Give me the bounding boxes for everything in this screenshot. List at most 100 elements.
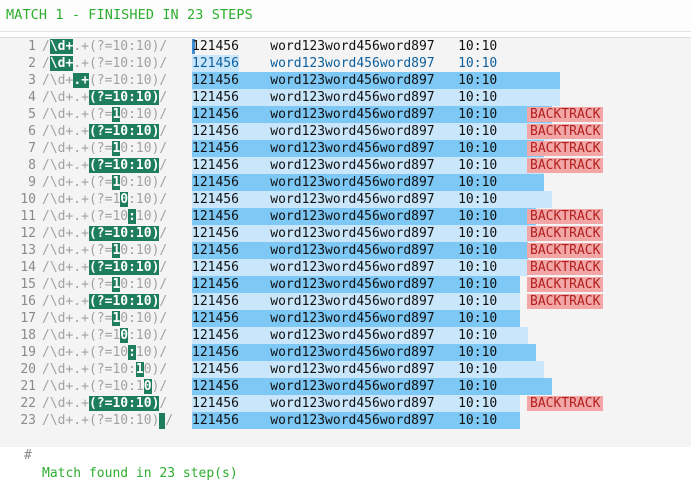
line-number: 3 [28,73,36,88]
pattern-suffix: 0:10)/ [120,175,168,190]
line-number: 15 [20,277,36,292]
pattern-prefix: /\d+.+(?= [42,243,113,258]
active-token: (?=10:10) [88,294,160,309]
regex-pattern: /\d+.+(?=10:10)/ [42,276,167,293]
debugger-panel: 1/\d+.+(?=10:10)/121456 word123word456wo… [0,37,691,481]
subject-string: 121456 word123word456word897 10:10 [192,310,521,327]
subject-string: 121456 word123word456word897 10:10 [192,208,537,225]
line-number: 2 [28,56,36,71]
pattern-prefix: /\d+.+(?=1 [42,192,121,207]
subject-text: 121456 word123word456word897 10:10 [192,260,498,275]
pattern-suffix: )/ [151,379,168,394]
subject-text: 121456 word123word456word897 10:10 [192,39,498,54]
regex-pattern: /\d+.+(?=10:10)/ [42,378,167,395]
pattern-suffix: 0:10)/ [120,141,168,156]
subject-text: 121456 word123word456word897 10:10 [192,396,498,411]
subject-text: 121456 word123word456word897 10:10 [192,209,498,224]
subject-string: 121456 word123word456word897 10:10 [192,106,552,123]
subject-text: 121456 word123word456word897 10:10 [192,141,498,156]
step-row: 9 /\d+.+(?=10:10)/ 121456 word123word456wo… [0,174,691,191]
regex-pattern: /\d+.+(?=10:10) / [42,412,173,429]
subject-string: 121456 word123word456word897 10:10 [192,276,521,293]
line-number: 1 [28,39,36,54]
step-row: 23 /\d+.+(?=10:10) / 121456 word123word456w… [0,412,691,429]
subject-text: 121456 word123word456word897 10:10 [192,107,498,122]
pattern-suffix: / [165,413,174,428]
pattern-prefix: /\d+.+ [42,158,89,173]
active-token: 0 [120,328,129,343]
subject-string: 121456 word123word456word897 10:10 [192,157,544,174]
active-token: (?=10:10) [88,226,160,241]
step-row: 17 /\d+.+(?=10:10)/ 121456 word123word456w… [0,310,691,327]
line-number: 23 [20,413,36,428]
step-list: 1/\d+.+(?=10:10)/121456 word123word456wo… [0,38,691,429]
pattern-prefix: / [42,39,50,54]
line-number: 12 [20,226,36,241]
regex-pattern: /\d+.+(?=10:10)/ [42,395,167,412]
backtrack-badge: BACKTRACK [527,294,604,309]
pattern-suffix: 10)/ [135,345,168,360]
pattern-prefix: / [42,56,50,71]
pattern-suffix: / [159,90,168,105]
subject-text: 121456 word123word456word897 10:10 [192,192,498,207]
hash-marker: # [24,448,32,463]
pattern-suffix: / [159,124,168,139]
step-row: 21 /\d+.+(?=10:10)/ 121456 word123word456w… [0,378,691,395]
step-row: 10 /\d+.+(?=10:10)/ 121456 word123word456w… [0,191,691,208]
line-number: 17 [20,311,36,326]
active-token: (?=10:10) [88,90,160,105]
line-number: 22 [20,396,36,411]
regex-pattern: /\d+.+(?=10:10)/ [42,310,167,327]
subject-string: 121456 word123word456word897 10:10 [192,242,529,259]
pattern-prefix: /\d+.+(?=10:10) [42,413,160,428]
active-token: \d+ [49,39,74,54]
active-token: (?=10:10) [88,396,160,411]
step-row: 16 /\d+.+(?=10:10)/ 121456 word123word456w… [0,293,691,310]
subject-string: 121456 word123word456word897 10:10 [192,378,552,395]
pattern-prefix: /\d+.+ [42,294,89,309]
subject-text: 121456 word123word456word897 10:10 [192,226,498,241]
line-number: 8 [28,158,36,173]
backtrack-badge: BACKTRACK [527,277,604,292]
regex-pattern: /\d+.+(?=10:10)/ [42,55,167,72]
subject-text: 121456 word123word456word897 10:10 [192,158,498,173]
active-token: 0 [143,379,152,394]
subject-string: 121456 word123word456word897 10:10 [192,225,537,242]
subject-string: 121456 word123word456word897 10:10 [192,140,544,157]
step-row: 15 /\d+.+(?=10:10)/ 121456 word123word456w… [0,276,691,293]
active-token: : [128,345,136,360]
line-number: 19 [20,345,36,360]
backtrack-badge: BACKTRACK [527,243,604,258]
line-number: 16 [20,294,36,309]
pattern-prefix: /\d+.+(?= [42,141,113,156]
step-row: 14 /\d+.+(?=10:10)/ 121456 word123word456w… [0,259,691,276]
subject-string: 121456 word123word456word897 10:10 [192,344,537,361]
line-number: 6 [28,124,36,139]
pattern-prefix: /\d+.+(?=1 [42,328,121,343]
line-number: 5 [28,107,36,122]
regex-pattern: /\d+.+(?=10:10)/ [42,191,167,208]
line-number: 9 [28,175,36,190]
subject-text: 121456 word123word456word897 10:10 [192,294,498,309]
pattern-suffix: :10)/ [128,192,168,207]
step-row: 19 /\d+.+(?=10:10)/ 121456 word123word456w… [0,344,691,361]
subject-text: 121456 word123word456word897 10:10 [192,90,498,105]
pattern-suffix: .+(?=10:10)/ [73,56,168,71]
regex-pattern: /\d+.+(?=10:10)/ [42,157,167,174]
subject-string: 121456 word123word456word897 10:10 [192,191,552,208]
result-footer: # Match found in 23 step(s) [0,429,691,481]
step-row: 1 /\d+.+(?=10:10)/ 121456 word123word456wo… [0,38,691,55]
subject-text: 121456 word123word456word897 10:10 [192,413,498,428]
subject-text: 121456 word123word456word897 10:10 [192,56,498,71]
regex-pattern: /\d+.+(?=10:10)/ [42,293,167,310]
pattern-prefix: /\d+.+ [42,124,89,139]
pattern-suffix: :10)/ [128,328,168,343]
regex-pattern: /\d+.+(?=10:10)/ [42,208,167,225]
regex-pattern: /\d+.+(?=10:10)/ [42,361,167,378]
pattern-prefix: /\d+.+ [42,226,89,241]
step-row: 6 /\d+.+(?=10:10)/ 121456 word123word456wo… [0,123,691,140]
subject-text: 121456 word123word456word897 10:10 [192,345,498,360]
subject-text: 121456 word123word456word897 10:10 [192,73,498,88]
step-row: 7 /\d+.+(?=10:10)/ 121456 word123word456wo… [0,140,691,157]
active-token: (?=10:10) [88,260,160,275]
